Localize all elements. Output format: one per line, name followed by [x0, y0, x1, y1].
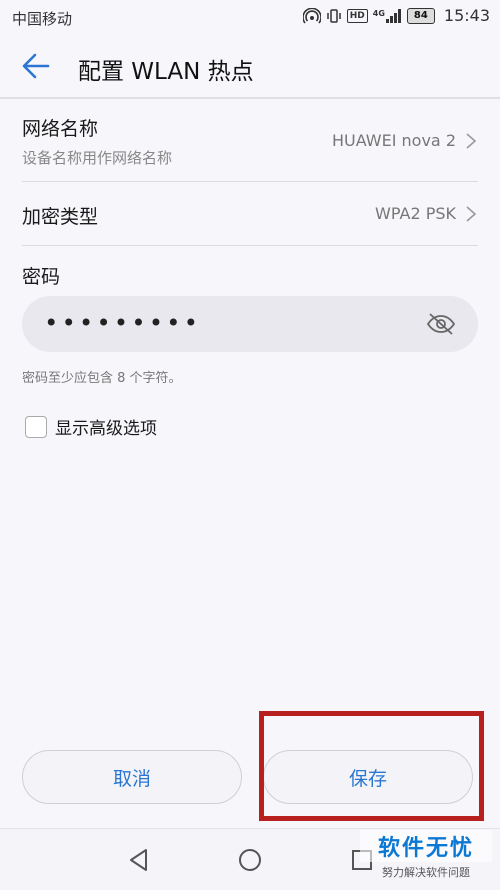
signal-icon: 4G [372, 8, 402, 23]
encryption-type-title: 加密类型 [22, 206, 99, 228]
toggle-password-visibility-button[interactable] [426, 310, 456, 338]
network-name-value: HUAWEI nova 2 [331, 131, 456, 150]
arrow-left-icon [22, 53, 50, 79]
status-bar: 中国移动 HD 4G 84 15:43 [0, 0, 500, 34]
encryption-type-value: WPA2 PSK [375, 204, 456, 223]
back-button[interactable] [20, 50, 56, 82]
hd-badge: HD [346, 8, 368, 23]
carrier-name: 中国移动 [12, 10, 73, 28]
vibrate-icon [326, 8, 342, 24]
watermark-title: 软件无忧 [360, 830, 492, 862]
chevron-right-icon [466, 133, 477, 149]
chevron-right-icon [466, 206, 477, 222]
watermark-logo: 软件无忧 努力解决软件问题 [360, 830, 492, 880]
advanced-options-label: 显示高级选项 [55, 419, 157, 439]
cancel-button[interactable]: 取消 [22, 750, 242, 804]
circle-home-icon[interactable] [237, 847, 263, 873]
password-value: ••••••••• [44, 309, 202, 337]
password-input[interactable]: ••••••••• [22, 296, 478, 352]
encryption-type-row[interactable]: 加密类型 WPA2 PSK [22, 182, 478, 244]
advanced-options-toggle[interactable]: 显示高级选项 [25, 414, 157, 439]
row-divider [22, 245, 478, 246]
network-type-label: 4G [372, 8, 385, 18]
password-label: 密码 [22, 266, 61, 288]
status-time: 15:43 [443, 6, 490, 25]
eye-off-icon [426, 313, 456, 335]
network-name-title: 网络名称 [22, 118, 99, 140]
battery-icon: 84 [406, 7, 435, 24]
triangle-back-icon[interactable] [126, 847, 152, 873]
watermark-subtitle: 努力解决软件问题 [382, 866, 470, 879]
highlight-annotation [259, 711, 484, 821]
network-name-row[interactable]: 网络名称 设备名称用作网络名称 HUAWEI nova 2 [22, 104, 478, 180]
page-title: 配置 WLAN 热点 [78, 59, 254, 85]
advanced-options-checkbox[interactable] [25, 415, 47, 438]
hotspot-icon [302, 7, 321, 24]
password-hint: 密码至少应包含 8 个字符。 [22, 371, 182, 386]
app-bar-divider [0, 97, 500, 99]
network-name-subtitle: 设备名称用作网络名称 [22, 149, 173, 167]
status-icons: HD 4G 84 15:43 [302, 6, 490, 25]
app-bar: 配置 WLAN 热点 [0, 34, 500, 98]
